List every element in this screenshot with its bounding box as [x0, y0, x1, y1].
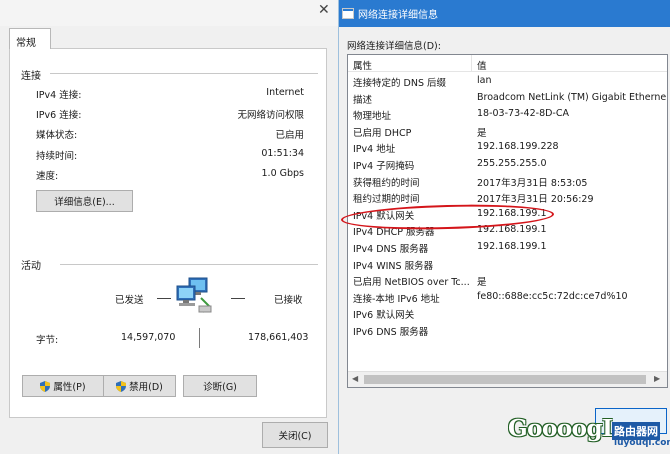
property-cell: IPv6 默认网关	[353, 310, 415, 322]
property-cell: 已启用 DHCP	[353, 127, 412, 139]
list-item[interactable]: 已启用 DHCP 是	[348, 123, 667, 140]
property-cell: IPv4 DHCP 服务器	[353, 227, 435, 239]
divider	[50, 73, 318, 74]
tab-general[interactable]: 常规	[9, 28, 51, 49]
property-cell: IPv4 DNS 服务器	[353, 244, 429, 255]
property-cell: 已启用 NetBIOS over Tc...	[353, 277, 470, 289]
details-titlebar: 网络连接详细信息	[339, 0, 670, 27]
details-list[interactable]: 属性 值 连接特定的 DNS 后缀 lan 描述 Broadcom NetLink …	[347, 54, 668, 388]
list-header: 属性 值	[348, 55, 667, 72]
list-item[interactable]: 已启用 NetBIOS over Tc... 是	[348, 272, 667, 289]
details-title: 网络连接详细信息	[358, 10, 438, 21]
status-window: ✕ 常规 连接 IPv4 连接: Internet IPv6 连接: 无网络访问…	[0, 0, 338, 454]
close-icon[interactable]: ✕	[318, 3, 330, 17]
value-cell: 18-03-73-42-8D-CA	[477, 108, 569, 120]
property-cell: IPv4 地址	[353, 144, 396, 156]
media-state-label: 媒体状态:	[36, 130, 78, 141]
chevron-left-icon[interactable]: ◀	[352, 374, 358, 383]
sent-label: 已发送	[115, 295, 144, 306]
property-cell: IPv4 默认网关	[353, 210, 415, 222]
list-item[interactable]: 物理地址 18-03-73-42-8D-CA	[348, 106, 667, 123]
watermark-domain: luyouqi.com	[614, 438, 670, 448]
column-header-property[interactable]: 属性	[353, 58, 372, 72]
property-cell: 连接-本地 IPv6 地址	[353, 293, 440, 305]
details-window: 网络连接详细信息 网络连接详细信息(D): 属性 值 连接特定的 DNS 后缀 l…	[338, 0, 670, 454]
divider	[199, 328, 200, 348]
list-item[interactable]: IPv4 DHCP 服务器 192.168.199.1	[348, 222, 667, 239]
close-button[interactable]: 关闭(C)	[262, 422, 328, 448]
property-cell: 描述	[353, 94, 373, 106]
ipv4-connection-label: IPv4 连接:	[36, 90, 82, 101]
shield-icon	[116, 380, 127, 392]
shield-icon	[40, 380, 51, 392]
horizontal-scrollbar[interactable]: ◀ ▶	[348, 371, 667, 387]
properties-button[interactable]: 属性(P)	[22, 375, 104, 397]
value-cell: Broadcom NetLink (TM) Gigabit Etherne	[477, 91, 667, 103]
list-item[interactable]: IPv6 默认网关	[348, 305, 667, 322]
scrollbar-thumb[interactable]	[364, 375, 646, 384]
value-cell: 2017年3月31日 8:53:05	[477, 177, 588, 189]
media-state-value: 已启用	[275, 130, 304, 141]
value-cell: 192.168.199.228	[477, 141, 559, 153]
watermark: GoooogL 路由器网 luyouqi.com	[508, 415, 670, 454]
column-header-value[interactable]: 值	[477, 58, 487, 72]
disable-label: 禁用(D)	[129, 382, 163, 393]
window-icon	[342, 8, 354, 19]
network-computers-icon	[176, 277, 212, 313]
list-item[interactable]: IPv4 WINS 服务器	[348, 256, 667, 273]
value-cell: 是	[477, 277, 487, 289]
duration-label: 持续时间:	[36, 151, 78, 162]
divider	[231, 298, 245, 299]
value-cell: 2017年3月31日 20:56:29	[477, 194, 594, 206]
property-cell: IPv4 子网掩码	[353, 161, 415, 172]
ipv6-connection-value: 无网络访问权限	[237, 110, 304, 121]
properties-label: 属性(P)	[53, 382, 86, 393]
list-item[interactable]: IPv4 子网掩码 255.255.255.0	[348, 156, 667, 173]
diagnose-button[interactable]: 诊断(G)	[183, 375, 257, 397]
speed-label: 速度:	[36, 171, 59, 182]
general-panel	[9, 48, 327, 418]
disable-button[interactable]: 禁用(D)	[103, 375, 176, 397]
connection-heading: 连接	[21, 71, 41, 82]
received-label: 已接收	[274, 295, 303, 306]
bytes-received: 178,661,403	[248, 332, 309, 343]
list-item[interactable]: 连接特定的 DNS 后缀 lan	[348, 73, 667, 90]
value-cell: 255.255.255.0	[477, 158, 547, 169]
list-item[interactable]: IPv4 DNS 服务器 192.168.199.1	[348, 239, 667, 256]
duration-value: 01:51:34	[261, 148, 304, 159]
list-item[interactable]: IPv4 地址 192.168.199.228	[348, 139, 667, 156]
ipv6-connection-label: IPv6 连接:	[36, 110, 82, 121]
chevron-right-icon[interactable]: ▶	[654, 374, 660, 383]
column-separator[interactable]	[471, 55, 472, 72]
value-cell: 192.168.199.1	[477, 224, 547, 236]
list-item[interactable]: IPv6 DNS 服务器	[348, 322, 667, 339]
details-button[interactable]: 详细信息(E)...	[36, 190, 133, 212]
property-cell: 物理地址	[353, 111, 392, 123]
list-item[interactable]: 描述 Broadcom NetLink (TM) Gigabit Etherne	[348, 90, 667, 107]
value-cell: 192.168.199.1	[477, 207, 547, 219]
watermark-logo: GoooogL	[508, 415, 618, 442]
value-cell: 192.168.199.1	[477, 241, 547, 252]
list-item[interactable]: 获得租约的时间 2017年3月31日 8:53:05	[348, 173, 667, 190]
value-cell: fe80::688e:cc5c:72dc:ce7d%10	[477, 290, 628, 302]
property-cell: 连接特定的 DNS 后缀	[353, 78, 446, 89]
ipv4-connection-value: Internet	[266, 87, 304, 98]
property-cell: IPv6 DNS 服务器	[353, 327, 429, 338]
list-item[interactable]: 租约过期的时间 2017年3月31日 20:56:29	[348, 189, 667, 206]
bytes-sent: 14,597,070	[121, 332, 176, 343]
speed-value: 1.0 Gbps	[261, 168, 305, 179]
bytes-label: 字节:	[36, 335, 59, 346]
value-cell: lan	[477, 75, 492, 86]
property-cell: 获得租约的时间	[353, 177, 420, 189]
property-cell: 租约过期的时间	[353, 194, 420, 206]
value-cell: 是	[477, 127, 487, 139]
divider	[157, 298, 171, 299]
details-caption: 网络连接详细信息(D):	[347, 41, 441, 52]
property-cell: IPv4 WINS 服务器	[353, 260, 434, 272]
activity-heading: 活动	[21, 261, 41, 272]
status-window-titlebar	[0, 0, 338, 26]
divider	[60, 264, 318, 265]
list-item[interactable]: 连接-本地 IPv6 地址 fe80::688e:cc5c:72dc:ce7d%1…	[348, 289, 667, 306]
list-item[interactable]: IPv4 默认网关 192.168.199.1	[348, 206, 667, 223]
